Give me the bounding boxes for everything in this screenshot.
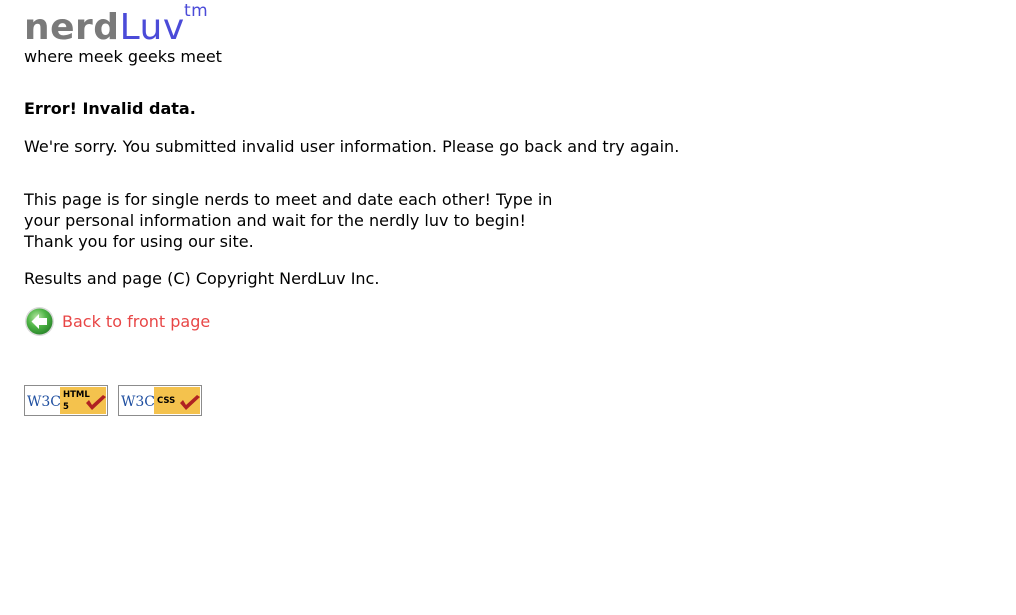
about-line-3: Thank you for using our site. [24, 232, 254, 251]
trademark-mark: tm [184, 1, 209, 21]
error-message: We're sorry. You submitted invalid user … [24, 137, 680, 156]
css-validator-badge[interactable]: W3C CSS [118, 385, 202, 416]
html-badge-w3c: W3C [27, 394, 61, 410]
html-badge-version: 5 [63, 402, 69, 412]
logo-nerd-text: nerd [24, 7, 120, 48]
site-logo: nerdLuv tm [24, 1, 208, 50]
back-to-front-page-link[interactable]: Back to front page [62, 311, 210, 332]
main-content: Error! Invalid data. We're sorry. You su… [24, 98, 924, 337]
back-icon-link[interactable] [24, 306, 62, 337]
w3c-css-badge-icon: W3C CSS [118, 385, 202, 416]
logo-luv-text: Luv [119, 7, 185, 48]
css-badge-label: CSS [157, 396, 175, 406]
about-paragraph: This page is for single nerds to meet an… [24, 189, 584, 252]
site-tagline: where meek geeks meet [24, 47, 222, 66]
error-heading: Error! Invalid data. [24, 99, 196, 118]
html5-validator-badge[interactable]: W3C HTML 5 [24, 385, 108, 416]
copyright-text: Results and page (C) Copyright NerdLuv I… [24, 269, 380, 288]
w3c-html5-badge-icon: W3C HTML 5 [24, 385, 108, 416]
site-banner: nerdLuv tm where meek geeks meet [24, 1, 344, 68]
html-badge-label: HTML [63, 390, 90, 400]
back-arrow-icon [25, 306, 54, 336]
about-line-2: your personal information and wait for t… [24, 211, 526, 230]
about-line-1: This page is for single nerds to meet an… [24, 190, 553, 209]
validator-badges: W3C HTML 5 W3C CSS [24, 385, 202, 416]
back-link-row: Back to front page [24, 305, 924, 337]
css-badge-w3c: W3C [121, 394, 155, 410]
